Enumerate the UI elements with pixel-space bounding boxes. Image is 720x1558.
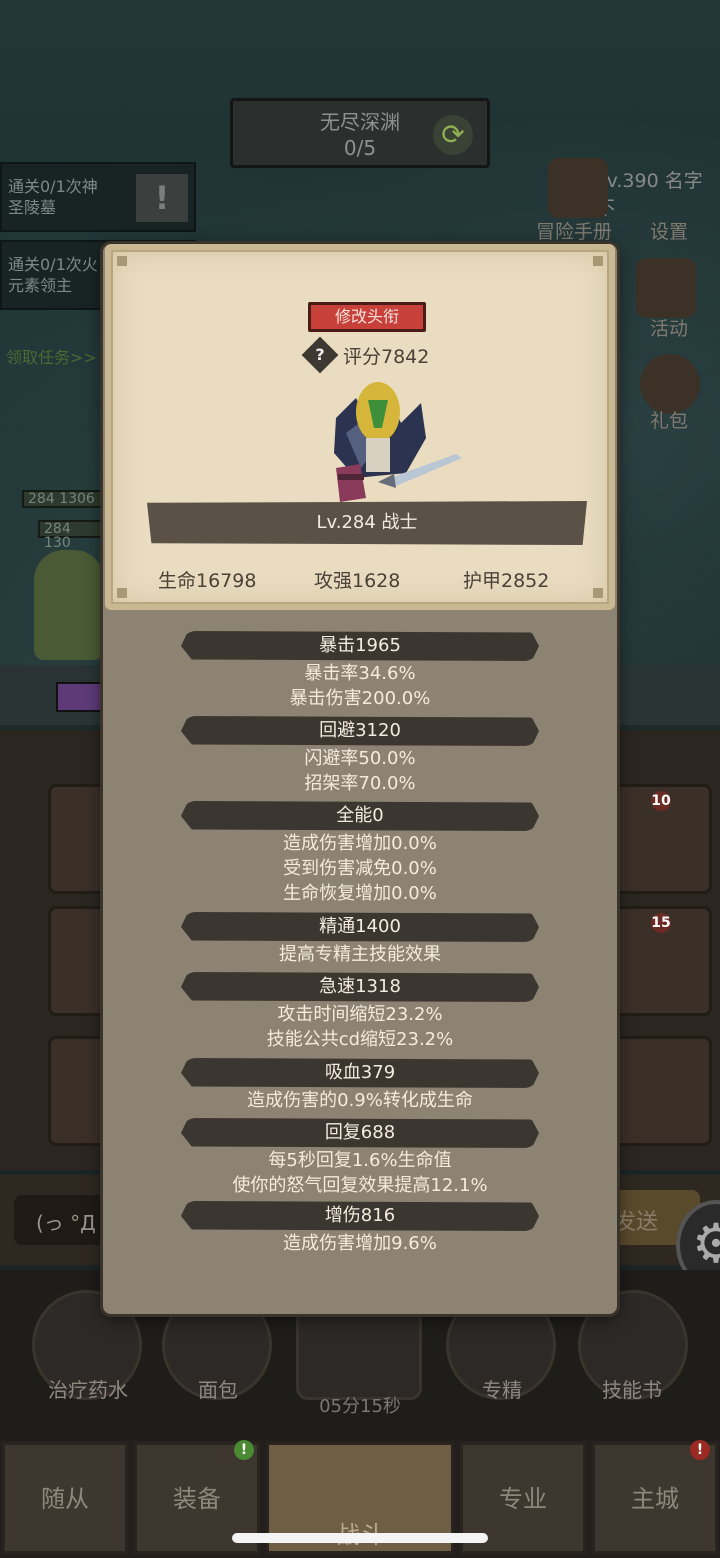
notification-dot: ! (690, 1440, 710, 1460)
character-card: 修改头衔 ? 评分7842 Lv.284 战士 生命16798 攻强1628 护… (105, 244, 615, 610)
stat-line: 造成伤害的0.9%转化成生命 (247, 1090, 473, 1111)
chest-timer: 05分15秒 (319, 1396, 401, 1417)
ally-hero (34, 550, 104, 660)
stat-line: 招架率70.0% (304, 773, 416, 794)
stat-section-regen: 回复688 每5秒回复1.6%生命值 使你的怒气回复效果提高12.1% (103, 1118, 617, 1198)
stat-section-title: 回避3120 (181, 716, 539, 746)
dungeon-selector[interactable]: 无尽深渊 0/5 ⟳ (230, 98, 490, 168)
stat-section-title: 增伤816 (181, 1201, 539, 1231)
card-corner (593, 588, 603, 598)
activity-icon[interactable] (636, 258, 696, 318)
card-corner (117, 256, 127, 266)
player-level: Lv.390 名字不 (596, 170, 703, 219)
stat-line: 造成伤害增加9.6% (283, 1233, 437, 1254)
rating-score: 评分7842 (343, 346, 430, 368)
settings-label[interactable]: 设置 (650, 217, 688, 244)
tab-followers[interactable]: 随从 (2, 1442, 128, 1554)
stat-section-title: 回复688 (181, 1118, 539, 1148)
stat-line: 闪避率50.0% (304, 748, 416, 769)
gift-label[interactable]: 礼包 (650, 406, 688, 433)
handbook-label[interactable]: 冒险手册 (536, 217, 612, 244)
stat-section-damage-bonus: 增伤816 造成伤害增加9.6% (103, 1201, 617, 1256)
warrior-portrait (334, 382, 462, 502)
stat-line: 攻击时间缩短23.2% (277, 1004, 443, 1025)
slot-badge: 15 (651, 913, 671, 933)
stat-line: 受到伤害减免0.0% (283, 858, 437, 879)
stat-line: 暴击伤害200.0% (289, 688, 431, 709)
hp-bar: 284 1306 (22, 490, 102, 508)
stat-section-title: 急速1318 (181, 972, 539, 1002)
stat-section-avoidance: 回避3120 闪避率50.0% 招架率70.0% (103, 716, 617, 796)
home-indicator[interactable] (232, 1533, 488, 1543)
claim-task-link[interactable]: 领取任务>> (6, 344, 97, 368)
activity-label[interactable]: 活动 (650, 314, 688, 341)
slot-badge: 10 (651, 791, 671, 811)
stat-line: 使你的怒气回复效果提高12.1% (232, 1175, 488, 1196)
stat-line: 提高专精主技能效果 (279, 944, 441, 965)
stat-line: 暴击率34.6% (304, 663, 416, 684)
card-corner (117, 588, 127, 598)
hp-bar: 284 130 (38, 520, 102, 550)
stat-line: 每5秒回复1.6%生命值 (268, 1150, 452, 1171)
notification-dot: ! (234, 1440, 254, 1460)
skillbook-label: 技能书 (602, 1378, 662, 1402)
potion-label: 治疗药水 (48, 1378, 128, 1402)
stat-section-mastery: 精通1400 提高专精主技能效果 (103, 912, 617, 967)
change-title-button[interactable]: 修改头衔 (308, 302, 426, 332)
stat-section-title: 暴击1965 (181, 631, 539, 661)
stat-section-haste: 急速1318 攻击时间缩短23.2% 技能公共cd缩短23.2% (103, 972, 617, 1052)
character-level-class: Lv.284 战士 (147, 501, 587, 545)
card-corner (593, 256, 603, 266)
stat-line: 技能公共cd缩短23.2% (266, 1029, 454, 1050)
specialization-label: 专精 (482, 1378, 522, 1402)
skill-bar (56, 682, 102, 712)
stat-section-title: 吸血379 (181, 1058, 539, 1088)
stat-attack: 攻强1628 (314, 570, 401, 592)
stat-section-title: 全能0 (181, 801, 539, 831)
stat-line: 生命恢复增加0.0% (283, 883, 437, 904)
help-icon[interactable]: ? (301, 336, 339, 374)
stat-section-crit: 暴击1965 暴击率34.6% 暴击伤害200.0% (103, 631, 617, 711)
handbook-icon[interactable] (548, 158, 608, 218)
bread-label: 面包 (198, 1378, 238, 1402)
gift-icon[interactable] (640, 354, 700, 414)
stat-hp: 生命16798 (158, 570, 257, 592)
chat-input[interactable]: (っ °Д ° (14, 1195, 114, 1245)
stat-line: 造成伤害增加0.0% (283, 833, 437, 854)
alert-icon: ! (136, 174, 188, 222)
stat-section-versatility: 全能0 造成伤害增加0.0% 受到伤害减免0.0% 生命恢复增加0.0% (103, 801, 617, 906)
stat-section-title: 精通1400 (181, 912, 539, 942)
quest-item[interactable]: 通关0/1次神 圣陵墓 ! (0, 162, 196, 232)
stat-armor: 护甲2852 (463, 570, 550, 592)
stat-section-leech: 吸血379 造成伤害的0.9%转化成生命 (103, 1058, 617, 1113)
refresh-icon[interactable]: ⟳ (433, 115, 473, 155)
character-stats-modal: 修改头衔 ? 评分7842 Lv.284 战士 生命16798 攻强1628 护… (103, 244, 617, 1314)
